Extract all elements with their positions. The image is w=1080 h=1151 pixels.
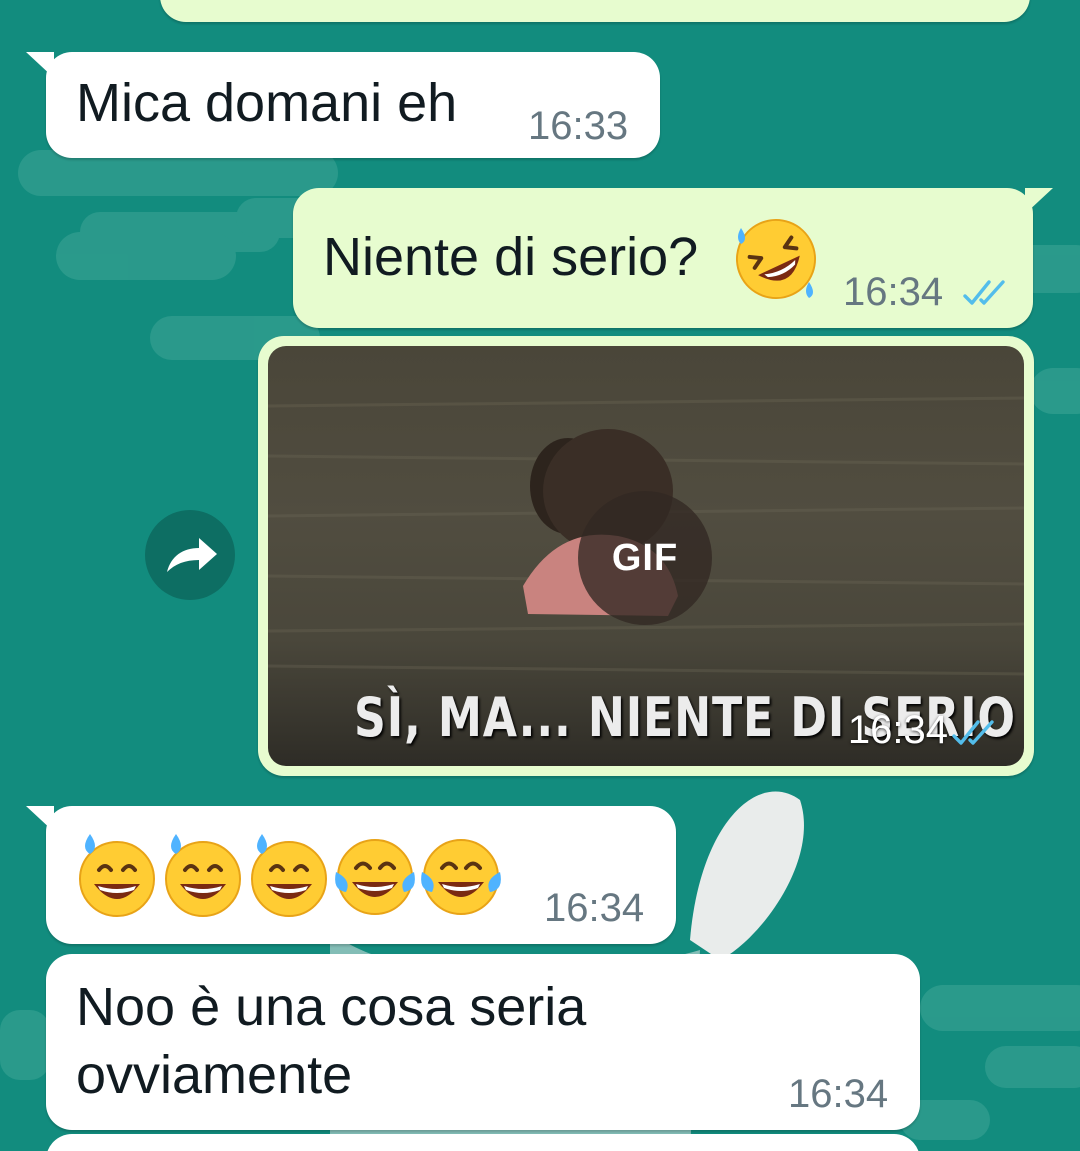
grinning-face-with-sweat-emoji <box>79 834 155 917</box>
forward-button[interactable] <box>145 510 235 600</box>
grinning-face-with-sweat-emoji <box>251 834 327 917</box>
incoming-message-bubble[interactable]: Noo è una cosa seria ovviamente 16:34 <box>46 954 920 1130</box>
incoming-message-bubble[interactable]: Mica domani eh 16:33 <box>26 52 660 158</box>
incoming-emoji-message-bubble[interactable]: 16:34 <box>26 806 676 944</box>
message-timestamp: 16:34 <box>544 886 645 930</box>
outgoing-gif-bubble[interactable]: GIF SÌ, MA... NIENTE DI SERIO 16:34 <box>258 336 1034 776</box>
gif-badge-label: GIF <box>611 536 679 579</box>
double-check-icon <box>952 720 994 745</box>
gif-preview[interactable]: GIF SÌ, MA... NIENTE DI SERIO 16:34 <box>268 346 1024 766</box>
message-text-line-1: Noo è una cosa seria <box>76 977 587 1037</box>
double-check-icon <box>963 280 1005 305</box>
message-timestamp: 16:34 <box>843 270 944 314</box>
gif-play-badge[interactable]: GIF <box>578 491 712 625</box>
rolling-on-floor-laughing-emoji <box>736 219 816 299</box>
forward-arrow-icon <box>167 538 217 572</box>
message-timestamp: 16:34 <box>847 708 948 752</box>
partial-top-message-bubble[interactable] <box>160 0 1030 22</box>
face-with-tears-of-joy-emoji <box>335 839 415 915</box>
message-timestamp: 16:33 <box>528 104 629 148</box>
message-text: Mica domani eh <box>76 73 458 133</box>
message-text-line-2: ovviamente <box>76 1045 353 1105</box>
partial-bottom-message-bubble[interactable] <box>46 1134 920 1151</box>
outgoing-message-bubble[interactable]: Niente di serio? 16:34 <box>293 188 1053 328</box>
message-text: Niente di serio? <box>323 227 699 287</box>
message-timestamp: 16:34 <box>788 1072 889 1116</box>
grinning-face-with-sweat-emoji <box>165 834 241 917</box>
face-with-tears-of-joy-emoji <box>421 839 501 915</box>
